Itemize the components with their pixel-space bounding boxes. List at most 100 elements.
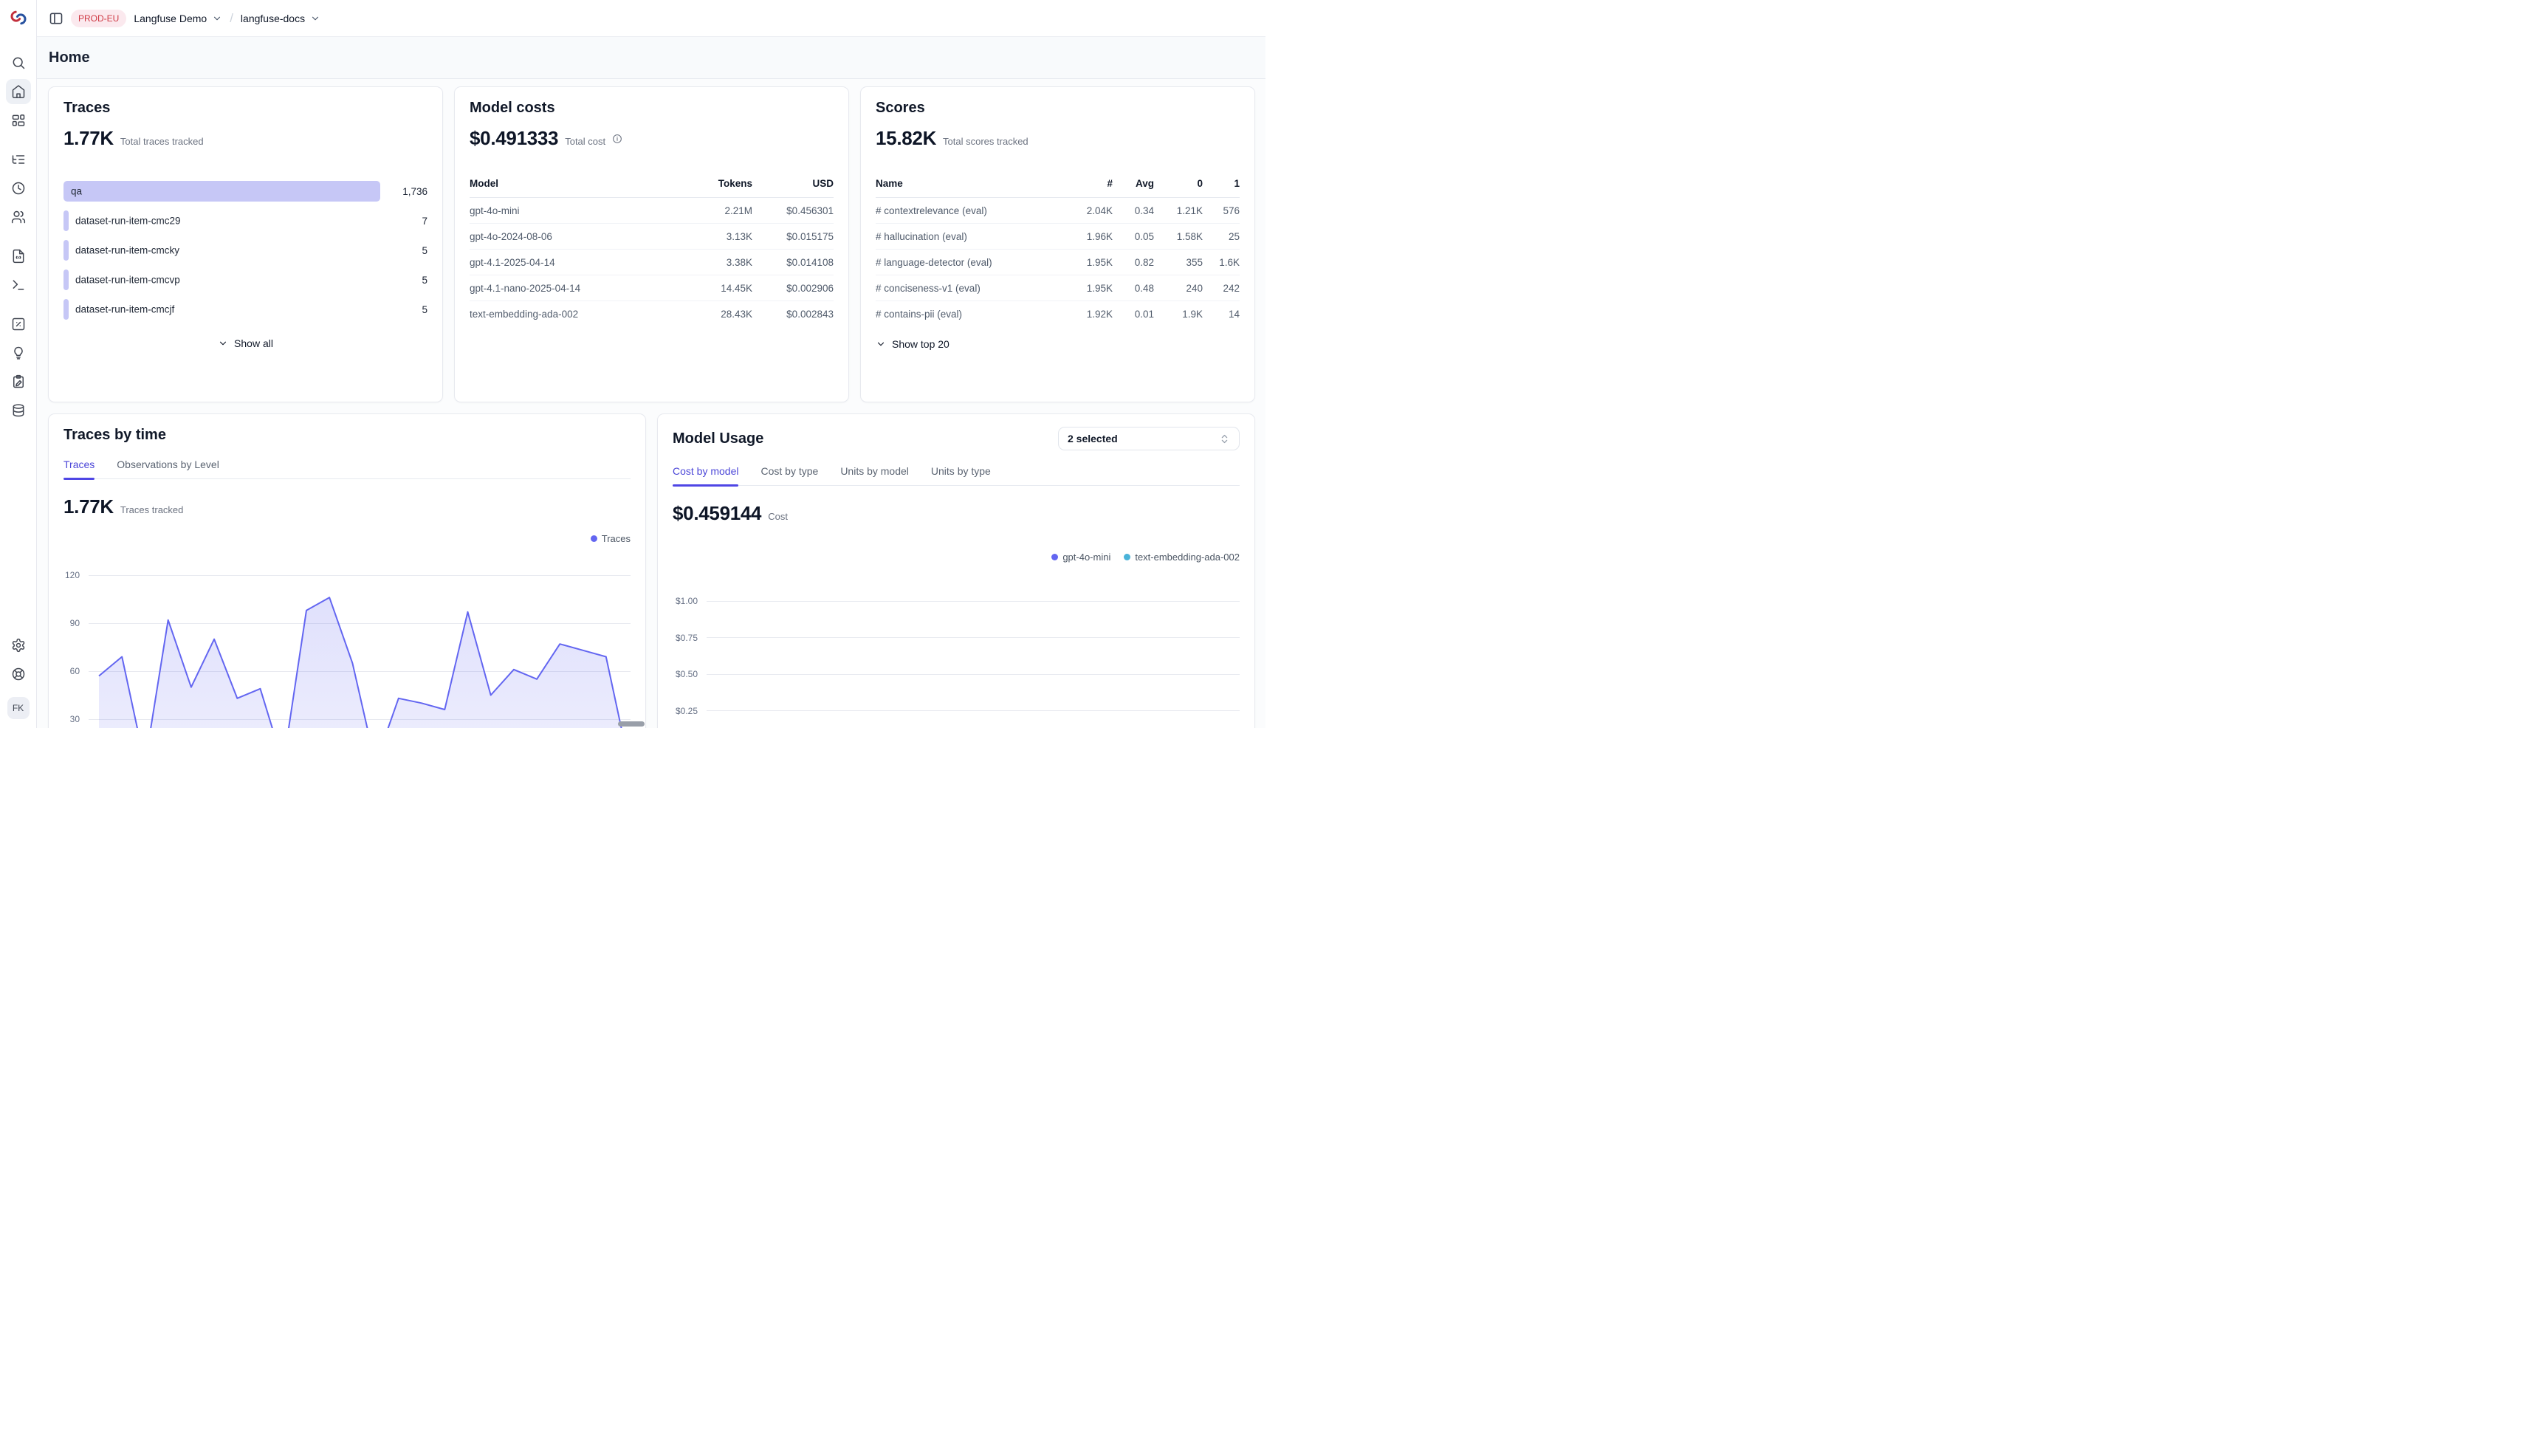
trace-bar	[63, 299, 69, 320]
users-icon[interactable]	[6, 205, 31, 230]
tab-cost-by-model[interactable]: Cost by model	[673, 465, 738, 485]
scores-caption: Total scores tracked	[943, 136, 1028, 147]
sessions-icon[interactable]	[6, 176, 31, 201]
chart-plot	[97, 553, 631, 728]
support-icon[interactable]	[6, 662, 31, 687]
table-cell: # hallucination (eval)	[876, 231, 1065, 242]
show-top-20-button[interactable]: Show top 20	[876, 338, 949, 350]
chevron-down-icon	[212, 13, 222, 24]
sidebar: FK	[0, 0, 37, 728]
table-cell: 2.21M	[686, 205, 752, 216]
table-cell: text-embedding-ada-002	[470, 309, 686, 320]
page-title: Home	[49, 49, 90, 66]
card-title: Model Usage	[673, 430, 763, 447]
y-axis-tick: $0.50	[673, 669, 707, 679]
table-cell: 0.82	[1113, 257, 1154, 268]
home-icon[interactable]	[6, 79, 31, 104]
scores-total: 15.82K	[876, 127, 936, 150]
y-axis-tick: $0.25	[673, 706, 707, 716]
datasets-icon[interactable]	[6, 369, 31, 394]
playground-icon[interactable]	[6, 272, 31, 298]
table-cell: 1.95K	[1065, 283, 1113, 294]
sidebar-toggle-button[interactable]	[49, 11, 63, 26]
table-row: # conciseness-v1 (eval)1.95K0.48240242	[876, 275, 1240, 301]
model-costs-table: ModelTokensUSDgpt-4o-mini2.21M$0.456301g…	[470, 178, 834, 326]
horizontal-scrollbar-thumb[interactable]	[618, 721, 645, 727]
table-cell: 240	[1154, 283, 1203, 294]
prompts-icon[interactable]	[6, 244, 31, 269]
trace-list-item[interactable]: qa1,736	[63, 181, 427, 202]
trace-bar	[63, 210, 69, 231]
tab-cost-by-type[interactable]: Cost by type	[760, 465, 818, 485]
legend-label: Traces	[602, 533, 631, 544]
table-row: # hallucination (eval)1.96K0.051.58K25	[876, 223, 1240, 249]
table-row: text-embedding-ada-00228.43K$0.002843	[470, 301, 834, 326]
tab-observations-by-level[interactable]: Observations by Level	[117, 459, 219, 478]
traces-bar-list: qa1,736 dataset-run-item-cmc297 dataset-ru…	[63, 181, 427, 320]
column-header: #	[1065, 178, 1113, 189]
page-header: Home	[37, 37, 1266, 79]
trace-name: dataset-run-item-cmcvp	[75, 275, 180, 286]
tracing-icon[interactable]	[6, 147, 31, 172]
model-costs-card: Model costs $0.491333 Total cost ModelTo…	[454, 86, 849, 402]
card-title: Traces by time	[63, 427, 631, 444]
dashboards-icon[interactable]	[6, 108, 31, 133]
model-usage-chart: $1.00$0.75$0.50$0.25	[673, 571, 1240, 728]
sidebar-footer-nav	[6, 633, 31, 687]
trace-count: 5	[380, 275, 427, 286]
table-cell: # contextrelevance (eval)	[876, 205, 1065, 216]
legend-item: Traces	[591, 533, 631, 544]
table-row: # contextrelevance (eval)2.04K0.341.21K5…	[876, 198, 1240, 223]
legend-label: gpt-4o-mini	[1062, 552, 1110, 563]
y-axis-tick: 60	[63, 666, 89, 676]
table-cell: gpt-4.1-2025-04-14	[470, 257, 686, 268]
traces-tracked-total: 1.77K	[63, 495, 114, 518]
trace-list-item[interactable]: dataset-run-item-cmcvp 5	[63, 269, 427, 290]
trace-count: 5	[380, 245, 427, 256]
column-header: USD	[752, 178, 834, 189]
model-select[interactable]: 2 selected	[1058, 427, 1240, 450]
tab-units-by-type[interactable]: Units by type	[931, 465, 991, 485]
evaluation-icon[interactable]	[6, 312, 31, 337]
project-switcher[interactable]: langfuse-docs	[241, 13, 320, 24]
traces-by-time-chart: 120906030	[63, 553, 631, 728]
table-cell: 25	[1203, 231, 1240, 242]
trace-count: 1,736	[380, 186, 427, 197]
trace-list-item[interactable]: dataset-run-item-cmcky5	[63, 240, 427, 261]
settings-icon[interactable]	[6, 633, 31, 658]
table-row: gpt-4.1-nano-2025-04-1414.45K$0.002906	[470, 275, 834, 301]
scores-card: Scores 15.82K Total scores tracked Name#…	[860, 86, 1255, 402]
insights-icon[interactable]	[6, 340, 31, 365]
info-icon[interactable]	[612, 134, 622, 144]
search-icon[interactable]	[6, 50, 31, 75]
database-icon[interactable]	[6, 398, 31, 423]
model-usage-tabs: Cost by model Cost by type Units by mode…	[673, 465, 1240, 486]
chevron-down-icon	[876, 339, 886, 349]
scores-table: Name#Avg01# contextrelevance (eval)2.04K…	[876, 178, 1240, 326]
organization-name: Langfuse Demo	[134, 13, 207, 24]
column-header: 1	[1203, 178, 1240, 189]
table-cell: 0.05	[1113, 231, 1154, 242]
column-header: 0	[1154, 178, 1203, 189]
card-title: Scores	[876, 100, 1240, 117]
table-cell: 1.6K	[1203, 257, 1240, 268]
chart-plot	[715, 571, 1240, 728]
project-name: langfuse-docs	[241, 13, 305, 24]
table-cell: $0.015175	[752, 231, 834, 242]
chart-legend: gpt-4o-mini text-embedding-ada-002	[673, 552, 1240, 563]
traces-total: 1.77K	[63, 127, 114, 150]
table-cell: 576	[1203, 205, 1240, 216]
y-axis-tick: 90	[63, 618, 89, 628]
trace-list-item[interactable]: dataset-run-item-cmc297	[63, 210, 427, 231]
table-cell: 355	[1154, 257, 1203, 268]
legend-item: text-embedding-ada-002	[1124, 552, 1240, 563]
organization-switcher[interactable]: Langfuse Demo	[134, 13, 222, 24]
show-all-button[interactable]: Show all	[218, 337, 273, 349]
user-avatar[interactable]: FK	[7, 697, 30, 719]
tab-traces[interactable]: Traces	[63, 459, 95, 478]
table-cell: 3.38K	[686, 257, 752, 268]
environment-badge: PROD-EU	[71, 10, 126, 27]
table-cell: gpt-4o-2024-08-06	[470, 231, 686, 242]
tab-units-by-model[interactable]: Units by model	[840, 465, 909, 485]
trace-list-item[interactable]: dataset-run-item-cmcjf5	[63, 299, 427, 320]
